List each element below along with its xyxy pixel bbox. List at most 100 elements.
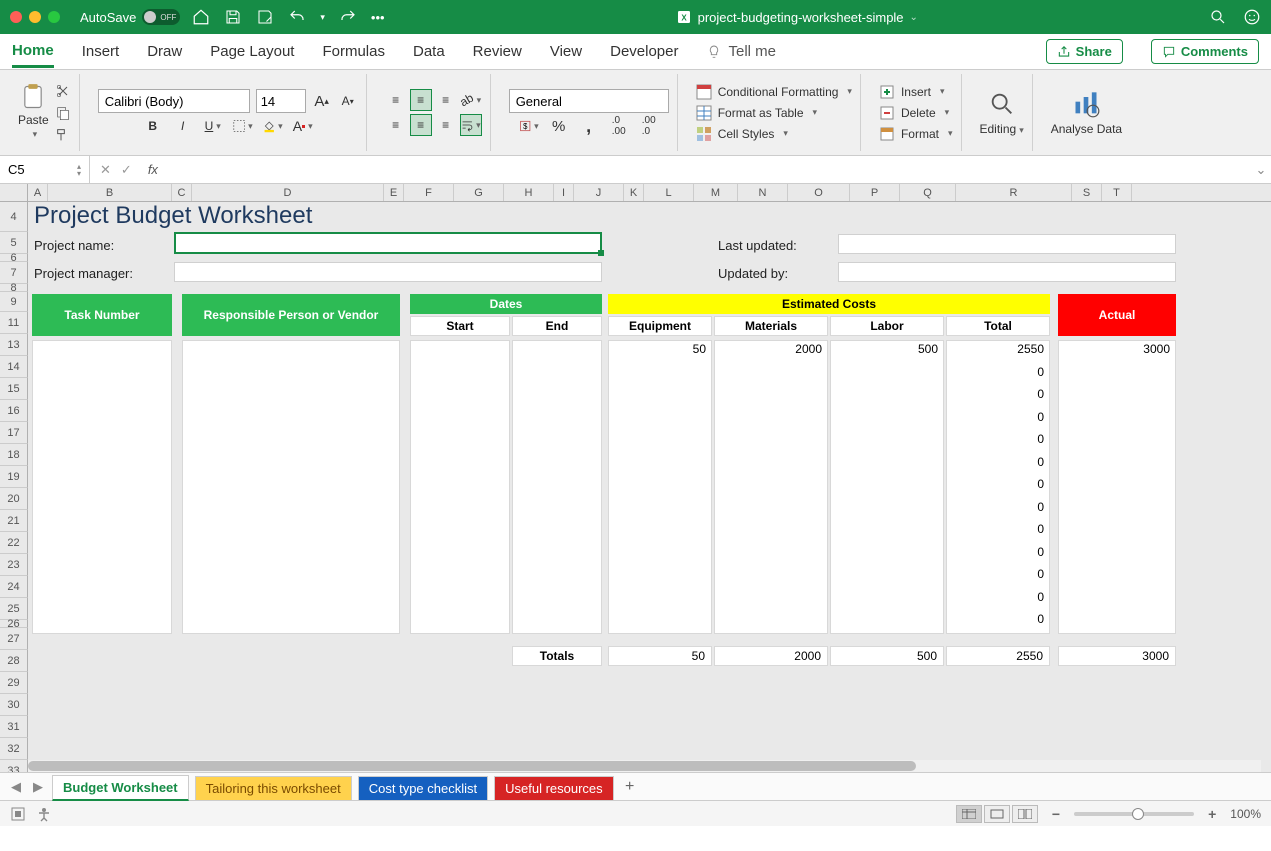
expand-formula-bar-icon[interactable]: ⌄	[1251, 162, 1271, 178]
sheet-tab-budget[interactable]: Budget Worksheet	[52, 775, 189, 801]
autosave-toggle[interactable]: OFF	[142, 9, 180, 25]
row-header-26[interactable]: 26	[0, 620, 28, 628]
undo-dropdown[interactable]: ▾	[320, 12, 325, 23]
home-icon[interactable]	[192, 8, 210, 26]
align-center-icon[interactable]: ≡	[410, 114, 432, 136]
cell-total-row4[interactable]: 0	[946, 432, 1050, 446]
tab-draw[interactable]: Draw	[147, 37, 182, 66]
normal-view-button[interactable]	[956, 805, 982, 823]
comma-format-icon[interactable]: ,	[579, 116, 599, 136]
paste-button[interactable]: Paste ▾	[18, 83, 49, 140]
row-header-5[interactable]: 5	[0, 232, 28, 254]
analyse-data-button[interactable]: Analyse Data	[1051, 90, 1122, 136]
row-header-9[interactable]: 9	[0, 292, 28, 312]
column-header-I[interactable]: I	[554, 184, 574, 201]
cut-icon[interactable]	[55, 83, 71, 99]
cell-total-row0[interactable]: 2550	[946, 342, 1050, 356]
equipment-column[interactable]	[608, 340, 712, 634]
italic-button[interactable]: I	[173, 116, 193, 136]
last-updated-input[interactable]	[838, 234, 1176, 254]
decrease-font-icon[interactable]: A▾	[338, 91, 358, 111]
column-header-J[interactable]: J	[574, 184, 624, 201]
format-cells-button[interactable]: Format▾	[879, 126, 953, 142]
row-header-14[interactable]: 14	[0, 356, 28, 378]
column-header-F[interactable]: F	[404, 184, 454, 201]
cell-labor-row0[interactable]: 500	[830, 342, 944, 356]
tab-developer[interactable]: Developer	[610, 37, 678, 66]
redo-icon[interactable]	[339, 8, 357, 26]
cell-total-row5[interactable]: 0	[946, 455, 1050, 469]
column-header-D[interactable]: D	[192, 184, 384, 201]
autosave-control[interactable]: AutoSave OFF	[80, 9, 180, 25]
cell-total-row6[interactable]: 0	[946, 477, 1050, 491]
zoom-slider[interactable]	[1074, 812, 1194, 816]
column-header-B[interactable]: B	[48, 184, 172, 201]
format-as-table-button[interactable]: Format as Table▾	[696, 105, 852, 121]
fx-icon[interactable]: fx	[142, 162, 164, 177]
cell-total-row10[interactable]: 0	[946, 567, 1050, 581]
column-header-O[interactable]: O	[788, 184, 850, 201]
increase-decimal-icon[interactable]: .0.00	[609, 116, 629, 136]
row-header-19[interactable]: 19	[0, 466, 28, 488]
fill-color-button[interactable]: ▾	[263, 116, 283, 136]
cell-total-row9[interactable]: 0	[946, 545, 1050, 559]
format-painter-icon[interactable]	[55, 127, 71, 143]
zoom-out-button[interactable]: −	[1052, 806, 1060, 822]
sheet-tab-tailoring[interactable]: Tailoring this worksheet	[195, 776, 352, 800]
decrease-decimal-icon[interactable]: .00.0	[639, 116, 659, 136]
increase-font-icon[interactable]: A▴	[312, 91, 332, 111]
responsible-column[interactable]	[182, 340, 400, 634]
cell-total-row3[interactable]: 0	[946, 410, 1050, 424]
page-layout-view-button[interactable]	[984, 805, 1010, 823]
tab-page-layout[interactable]: Page Layout	[210, 37, 294, 66]
column-header-G[interactable]: G	[454, 184, 504, 201]
row-header-16[interactable]: 16	[0, 400, 28, 422]
tab-insert[interactable]: Insert	[82, 37, 120, 66]
column-header-H[interactable]: H	[504, 184, 554, 201]
number-format-select[interactable]	[509, 89, 669, 113]
cell-actual-row0[interactable]: 3000	[1058, 342, 1176, 356]
updated-by-input[interactable]	[838, 262, 1176, 282]
row-header-28[interactable]: 28	[0, 650, 28, 672]
row-header-20[interactable]: 20	[0, 488, 28, 510]
row-header-32[interactable]: 32	[0, 738, 28, 760]
column-header-T[interactable]: T	[1102, 184, 1132, 201]
actual-column[interactable]	[1058, 340, 1176, 634]
sheet-nav-prev[interactable]: ◀	[8, 779, 24, 795]
cell-materials-row0[interactable]: 2000	[714, 342, 828, 356]
row-header-6[interactable]: 6	[0, 254, 28, 262]
labor-column[interactable]	[830, 340, 944, 634]
row-header-11[interactable]: 11	[0, 312, 28, 334]
share-button[interactable]: Share	[1046, 39, 1123, 64]
sheet-nav-next[interactable]: ▶	[30, 779, 46, 795]
row-header-21[interactable]: 21	[0, 510, 28, 532]
end-date-column[interactable]	[512, 340, 602, 634]
row-header-4[interactable]: 4	[0, 202, 28, 232]
sheet-tab-resources[interactable]: Useful resources	[494, 776, 614, 800]
accounting-format-icon[interactable]: $▾	[519, 116, 539, 136]
font-size-select[interactable]	[256, 89, 306, 113]
font-color-button[interactable]: A▾	[293, 116, 313, 136]
cell-equipment-row0[interactable]: 50	[608, 342, 712, 356]
insert-cells-button[interactable]: Insert▾	[879, 84, 953, 100]
page-break-view-button[interactable]	[1012, 805, 1038, 823]
column-header-E[interactable]: E	[384, 184, 404, 201]
tab-data[interactable]: Data	[413, 37, 445, 66]
orientation-icon[interactable]: ab▾	[460, 89, 482, 111]
select-all-corner[interactable]	[0, 184, 28, 201]
zoom-percent[interactable]: 100%	[1230, 807, 1261, 821]
undo-icon[interactable]	[288, 8, 306, 26]
cell-total-row12[interactable]: 0	[946, 612, 1050, 626]
tab-home[interactable]: Home	[12, 36, 54, 68]
font-name-select[interactable]	[98, 89, 250, 113]
cancel-formula-icon[interactable]: ✕	[100, 162, 111, 178]
materials-column[interactable]	[714, 340, 828, 634]
cell-total-row7[interactable]: 0	[946, 500, 1050, 514]
align-middle-icon[interactable]: ≡	[410, 89, 432, 111]
formula-input[interactable]	[164, 156, 1251, 183]
column-header-L[interactable]: L	[644, 184, 694, 201]
document-title[interactable]: X project-budgeting-worksheet-simple ⌄	[385, 9, 1209, 25]
project-manager-input[interactable]	[174, 262, 602, 282]
start-date-column[interactable]	[410, 340, 510, 634]
project-name-input[interactable]	[174, 232, 602, 254]
